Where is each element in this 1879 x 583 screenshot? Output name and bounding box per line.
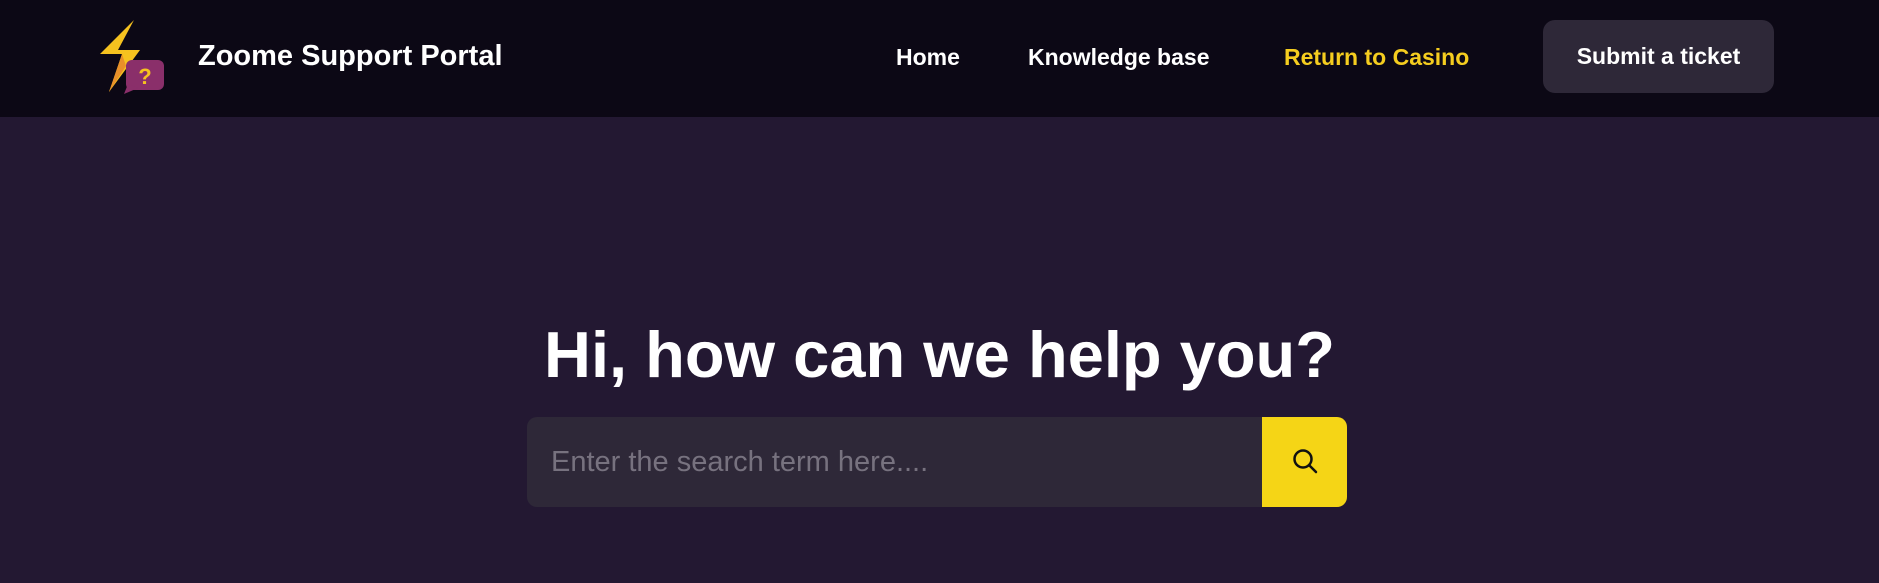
brand-title[interactable]: Zoome Support Portal <box>198 38 503 74</box>
hero-title: Hi, how can we help you? <box>544 318 1335 391</box>
svg-text:?: ? <box>138 64 151 89</box>
nav-home-link[interactable]: Home <box>896 42 960 72</box>
search-bar <box>527 417 1347 507</box>
search-input[interactable] <box>527 417 1262 507</box>
nav-knowledge-base-link[interactable]: Knowledge base <box>1028 42 1209 72</box>
search-button[interactable] <box>1262 417 1347 507</box>
nav-return-to-casino-link[interactable]: Return to Casino <box>1284 42 1469 72</box>
lightning-question-logo-icon[interactable]: ? <box>96 18 166 96</box>
search-icon <box>1291 447 1319 478</box>
submit-ticket-button[interactable]: Submit a ticket <box>1543 20 1774 93</box>
top-navigation-bar: ? Zoome Support Portal Home Knowledge ba… <box>0 0 1879 117</box>
